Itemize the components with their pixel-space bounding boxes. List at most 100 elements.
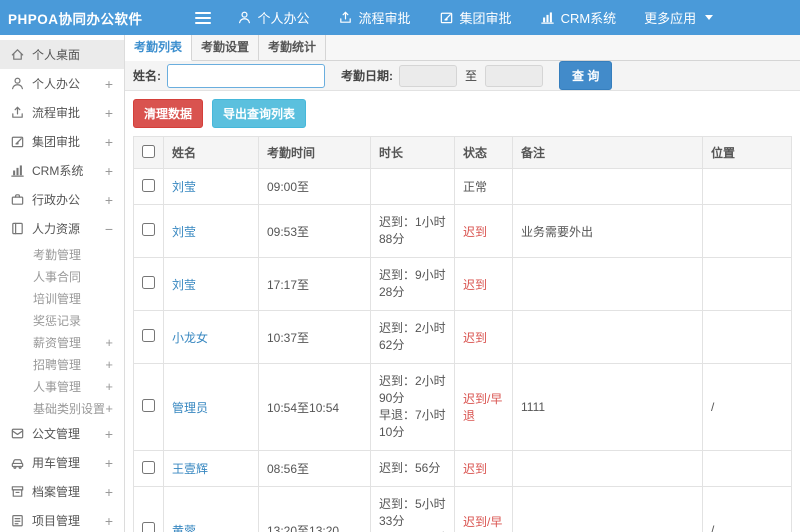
employee-name-link[interactable]: 刘莹	[172, 225, 196, 239]
name-search-input[interactable]	[167, 63, 325, 88]
sidebar-item-personal-desktop[interactable]: 个人桌面	[0, 40, 124, 69]
expand-plus-icon[interactable]: +	[105, 77, 113, 91]
sidebar-item-label: 集团审批	[32, 135, 81, 149]
sidebar-subitem-training-mgmt[interactable]: 培训管理	[0, 287, 124, 309]
row-checkbox[interactable]	[142, 223, 155, 236]
row-checkbox[interactable]	[142, 329, 155, 342]
sidebar-item-workflow-approval[interactable]: 流程审批 +	[0, 98, 124, 127]
expand-plus-icon[interactable]: +	[105, 456, 113, 470]
sidebar-subitem-attendance-mgmt[interactable]: 考勤管理	[0, 243, 124, 265]
tab-attendance-settings[interactable]: 考勤设置	[192, 35, 259, 60]
expand-plus-icon[interactable]: +	[105, 514, 113, 528]
duration-line: 迟到：5小时33分	[379, 497, 446, 528]
duration-line: 迟到：2小时62分	[379, 321, 446, 352]
sidebar-subitem-reward-punishment[interactable]: 奖惩记录	[0, 309, 124, 331]
nav-item-personal-office[interactable]: 个人办公	[237, 8, 310, 27]
expand-plus-icon[interactable]: +	[105, 402, 113, 415]
cell-status: 正常	[454, 168, 513, 205]
col-header-status: 状态	[454, 136, 513, 169]
tab-attendance-stats[interactable]: 考勤统计	[259, 35, 326, 60]
home-icon	[10, 47, 25, 62]
sidebar-item-project-mgmt[interactable]: 项目管理 +	[0, 506, 124, 532]
location-text: /	[711, 523, 715, 532]
nav-item-crm-system[interactable]: CRM系统	[540, 8, 616, 27]
sidebar-item-group-approval[interactable]: 集团审批 +	[0, 127, 124, 156]
sidebar-subitem-label: 招聘管理	[33, 357, 82, 372]
attendance-time: 09:00至	[267, 180, 310, 194]
hamburger-menu-icon[interactable]	[194, 11, 211, 24]
attendance-time: 10:54至10:54	[267, 400, 340, 415]
workflow-icon	[10, 105, 25, 120]
table-row: 王壹辉 08:56至 迟到：56分 迟到	[133, 450, 792, 487]
sidebar-subitem-recruitment-mgmt[interactable]: 招聘管理 +	[0, 353, 124, 375]
employee-name-link[interactable]: 刘莹	[172, 278, 196, 292]
collapse-minus-icon[interactable]: −	[105, 222, 113, 236]
expand-plus-icon[interactable]: +	[105, 380, 113, 393]
expand-plus-icon[interactable]: +	[105, 336, 113, 349]
cell-status: 迟到/早退	[454, 363, 513, 451]
row-checkbox[interactable]	[142, 460, 155, 474]
expand-plus-icon[interactable]: +	[105, 106, 113, 120]
expand-plus-icon[interactable]: +	[105, 358, 113, 371]
sidebar-item-admin-office[interactable]: 行政办公 +	[0, 185, 124, 214]
cell-location	[702, 204, 792, 258]
hr-book-icon	[10, 221, 25, 236]
cell-remark	[512, 486, 703, 532]
expand-plus-icon[interactable]: +	[105, 193, 113, 207]
row-checkbox[interactable]	[142, 522, 155, 532]
expand-plus-icon[interactable]: +	[105, 427, 113, 441]
sidebar-item-label: CRM系统	[32, 164, 84, 178]
chart-icon	[10, 163, 25, 178]
employee-name-link[interactable]: 刘莹	[172, 180, 196, 194]
status-badge: 迟到/早退	[463, 392, 503, 423]
nav-item-workflow-approval[interactable]: 流程审批	[338, 8, 411, 27]
employee-name-link[interactable]: 小龙女	[172, 331, 208, 345]
clean-data-button[interactable]: 清理数据	[133, 99, 204, 128]
sidebar-item-vehicle-mgmt[interactable]: 用车管理 +	[0, 448, 124, 477]
col-header-remark: 备注	[512, 136, 703, 169]
attendance-time: 08:56至	[267, 462, 310, 476]
row-checkbox[interactable]	[142, 276, 155, 289]
nav-item-label: 个人办公	[257, 11, 310, 26]
cell-status: 迟到	[454, 257, 513, 311]
col-header-duration: 时长	[370, 136, 455, 169]
row-checkbox[interactable]	[142, 178, 155, 192]
col-header-name: 姓名	[163, 136, 259, 169]
date-to-input[interactable]	[485, 64, 544, 87]
expand-plus-icon[interactable]: +	[105, 485, 113, 499]
date-from-input[interactable]	[399, 64, 457, 87]
sidebar-subitem-salary-mgmt[interactable]: 薪资管理 +	[0, 331, 124, 353]
sidebar-item-personal-office[interactable]: 个人办公 +	[0, 69, 124, 98]
status-badge: 迟到	[463, 462, 488, 476]
row-checkbox[interactable]	[142, 399, 155, 412]
sidebar-item-archive-mgmt[interactable]: 档案管理 +	[0, 477, 124, 506]
expand-plus-icon[interactable]: +	[105, 164, 113, 178]
document-icon	[10, 426, 25, 441]
expand-plus-icon[interactable]: +	[105, 135, 113, 149]
tab-attendance-list[interactable]: 考勤列表	[125, 35, 192, 61]
cell-status: 迟到	[454, 204, 513, 258]
row-checkbox-cell	[133, 310, 164, 364]
table-header-row: 姓名 考勤时间 时长 状态 备注 位置	[133, 136, 792, 169]
export-list-button[interactable]: 导出查询列表	[212, 99, 307, 128]
nav-item-more-apps[interactable]: 更多应用	[644, 8, 714, 27]
sidebar-subitem-hr-contract[interactable]: 人事合同	[0, 265, 124, 287]
sidebar-subitem-label: 培训管理	[33, 291, 82, 306]
workflow-icon	[338, 10, 353, 25]
employee-name-link[interactable]: 管理员	[172, 401, 208, 415]
sidebar-item-crm-system[interactable]: CRM系统 +	[0, 156, 124, 185]
sidebar-subitem-personnel-mgmt[interactable]: 人事管理 +	[0, 375, 124, 397]
select-all-checkbox[interactable]	[142, 144, 155, 158]
status-badge: 正常	[463, 180, 488, 194]
employee-name-link[interactable]: 黄蓉	[172, 524, 196, 532]
query-button[interactable]: 查 询	[559, 61, 613, 90]
sidebar-item-document-mgmt[interactable]: 公文管理 +	[0, 419, 124, 448]
sidebar-item-label: 个人桌面	[32, 48, 81, 62]
sidebar-subitem-base-category-settings[interactable]: 基础类别设置 +	[0, 397, 124, 419]
duration-line: 早退：7小时10分	[379, 408, 446, 439]
cell-name: 刘莹	[163, 204, 259, 258]
employee-name-link[interactable]: 王壹辉	[172, 462, 208, 476]
nav-item-group-approval[interactable]: 集团审批	[439, 8, 512, 27]
attendance-time: 13:20至13:20	[267, 523, 340, 532]
sidebar-item-human-resources[interactable]: 人力资源 −	[0, 214, 124, 243]
